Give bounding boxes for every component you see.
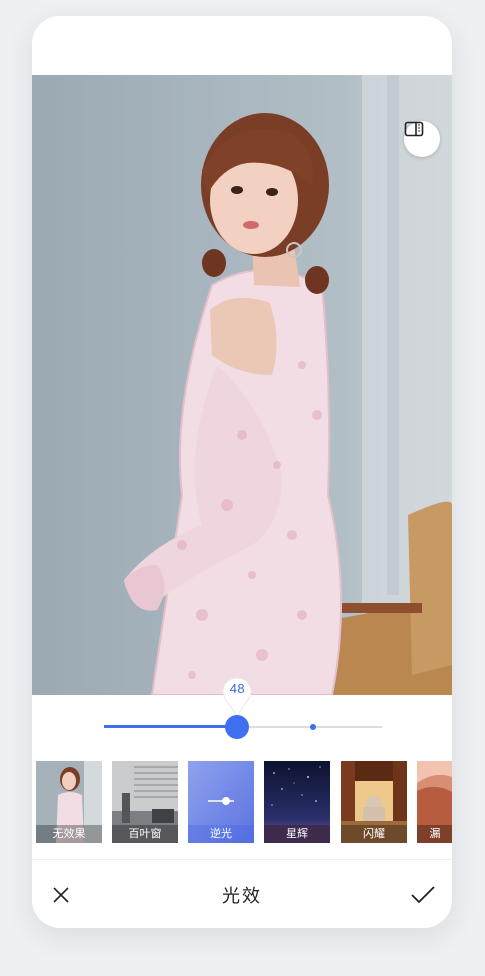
intensity-value: 48: [229, 681, 246, 696]
slider-track-fill: [104, 725, 238, 728]
filter-label: 漏: [417, 825, 452, 843]
check-icon: [411, 886, 435, 904]
effect-title: 光效: [222, 886, 262, 906]
slider-default-dot: [309, 724, 316, 730]
filter-label: 逆光: [188, 825, 254, 843]
filter-none[interactable]: 无效果: [36, 761, 102, 843]
filter-leak[interactable]: 漏: [417, 761, 452, 843]
intensity-slider[interactable]: 48: [32, 677, 452, 761]
filter-label: 百叶窗: [112, 825, 178, 843]
bottom-bar: 光效: [32, 860, 452, 928]
value-bubble: 48: [221, 677, 253, 719]
photo-preview: [32, 75, 452, 695]
filter-label: 无效果: [36, 825, 102, 843]
compare-button[interactable]: [404, 121, 440, 157]
photo-illustration: [124, 75, 452, 695]
filter-strip: 无效果 百叶窗 逆光 星辉 闪耀 漏: [36, 761, 452, 845]
compare-icon: [404, 121, 424, 137]
slider-thumb[interactable]: [225, 715, 250, 739]
filter-starlight[interactable]: 星辉: [264, 761, 330, 843]
filter-backlight[interactable]: 逆光: [188, 761, 254, 843]
top-bar: [32, 16, 452, 75]
phone-frame: 48 无效果 百叶窗 逆光 星辉 闪耀 漏 光效: [32, 16, 452, 928]
filter-sparkle[interactable]: 闪耀: [341, 761, 407, 843]
confirm-button[interactable]: [406, 880, 440, 910]
filter-label: 星辉: [264, 825, 330, 843]
filter-label: 闪耀: [341, 825, 407, 843]
filter-blinds[interactable]: 百叶窗: [112, 761, 178, 843]
